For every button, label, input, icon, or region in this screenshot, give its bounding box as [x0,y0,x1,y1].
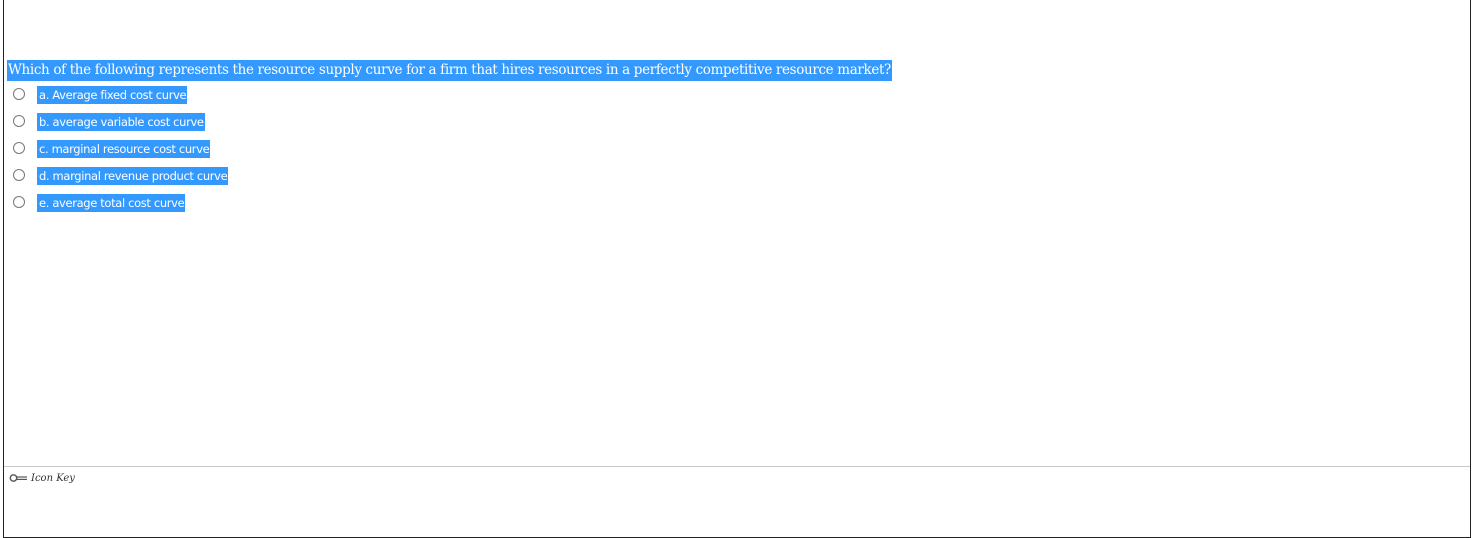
answer-label-e[interactable]: e. average total cost curve [37,194,186,212]
footer-divider [4,466,1470,467]
key-icon [9,474,27,482]
radio-button-b[interactable] [13,115,25,127]
answer-label-c[interactable]: c. marginal resource cost curve [37,140,211,158]
answer-label-a[interactable]: a. Average fixed cost curve [37,86,188,104]
radio-button-d[interactable] [13,169,25,181]
icon-key-label: Icon Key [31,472,75,484]
radio-button-e[interactable] [13,196,25,208]
radio-button-a[interactable] [13,88,25,100]
answer-label-b[interactable]: b. average variable cost curve [37,113,205,131]
answer-label-d[interactable]: d. marginal revenue product curve [37,167,229,185]
radio-button-c[interactable] [13,142,25,154]
icon-key-link[interactable]: Icon Key [9,471,75,485]
question-text: Which of the following represents the re… [7,60,892,81]
question-panel: Which of the following represents the re… [3,0,1471,538]
